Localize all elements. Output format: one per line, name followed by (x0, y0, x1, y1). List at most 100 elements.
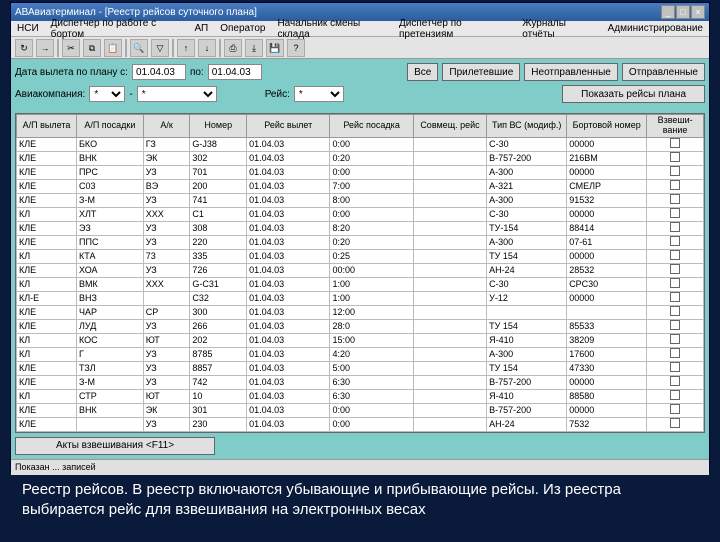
weigh-checkbox[interactable] (670, 250, 680, 260)
date-from-input[interactable] (132, 64, 186, 80)
weigh-checkbox[interactable] (670, 278, 680, 288)
menu-НСИ[interactable]: НСИ (17, 23, 39, 34)
cell (647, 165, 704, 179)
table-row[interactable]: КЛЕЗ-МУЗ74201.04.036:30В-757-20000000 (17, 375, 704, 389)
filter-not-departed-button[interactable]: Неотправленные (524, 63, 618, 81)
cell (647, 333, 704, 347)
table-row[interactable]: КЛЕХОАУЗ72601.04.0300:00АН-2428532 (17, 263, 704, 277)
tool-refresh-icon[interactable]: ↻ (15, 39, 33, 57)
weigh-checkbox[interactable] (670, 418, 680, 428)
col-header[interactable]: Тип ВС (модиф.) (487, 115, 567, 138)
weigh-checkbox[interactable] (670, 348, 680, 358)
table-row[interactable]: КЛЕБКОГЗG-J3801.04.030:00С-3000000 (17, 137, 704, 151)
weigh-checkbox[interactable] (670, 306, 680, 316)
date-to-input[interactable] (208, 64, 262, 80)
col-header[interactable]: Взвеши-вание (647, 115, 704, 138)
weigh-checkbox[interactable] (670, 236, 680, 246)
col-header[interactable]: Совмещ. рейс (413, 115, 486, 138)
table-row[interactable]: КЛЕЛУДУЗ26601.04.0328:0ТУ 15485533 (17, 319, 704, 333)
weigh-checkbox[interactable] (670, 334, 680, 344)
table-row[interactable]: КЛЕС03ВЭ20001.04.037:00А-321СМЕЛР (17, 179, 704, 193)
tool-filter-icon[interactable]: ▽ (151, 39, 169, 57)
weigh-checkbox[interactable] (670, 362, 680, 372)
tool-print-icon[interactable]: ⎙ (224, 39, 242, 57)
tool-goto-icon[interactable]: → (36, 39, 54, 57)
menu-АП[interactable]: АП (194, 23, 208, 34)
cell: КЛЕ (17, 305, 77, 319)
col-header[interactable]: Бортовой номер (567, 115, 647, 138)
weigh-checkbox[interactable] (670, 138, 680, 148)
table-row[interactable]: КЛЕЭЗУЗ30801.04.038:20ТУ-15488414 (17, 221, 704, 235)
tool-cut-icon[interactable]: ✂ (62, 39, 80, 57)
weigh-checkbox[interactable] (670, 166, 680, 176)
tool-help-icon[interactable]: ? (287, 39, 305, 57)
flight-select[interactable]: * (294, 86, 344, 102)
table-row[interactable]: КЛЕПРСУЗ70101.04.030:00А-30000000 (17, 165, 704, 179)
table-row[interactable]: КЛЕЧАРСР30001.04.0312:00 (17, 305, 704, 319)
maximize-button[interactable]: □ (676, 5, 690, 19)
close-button[interactable]: × (691, 5, 705, 19)
menu-Диспетчер по претензиям[interactable]: Диспетчер по претензиям (399, 18, 510, 40)
weigh-checkbox[interactable] (670, 264, 680, 274)
filter-arrived-button[interactable]: Прилетевшие (442, 63, 520, 81)
weighing-acts-button[interactable]: Акты взвешивания <F11> (15, 437, 215, 455)
menu-Оператор[interactable]: Оператор (220, 23, 265, 34)
airline1-select[interactable]: * (89, 86, 125, 102)
airline2-select[interactable]: * (137, 86, 217, 102)
cell: 01.04.03 (247, 291, 330, 305)
col-header[interactable]: А/П посадки (77, 115, 144, 138)
table-row[interactable]: КЛХЛТХХХС101.04.030:00С-3000000 (17, 207, 704, 221)
tool-save-icon[interactable]: 💾 (266, 39, 284, 57)
menu-Диспетчер по работе с бортом[interactable]: Диспетчер по работе с бортом (51, 18, 183, 40)
table-row[interactable]: КЛЕППСУЗ22001.04.030:20А-30007-61 (17, 235, 704, 249)
col-header[interactable]: Номер (190, 115, 247, 138)
table-row[interactable]: КЛГУЗ878501.04.034:20А-30017600 (17, 347, 704, 361)
menu-Начальник смены склада[interactable]: Начальник смены склада (277, 18, 387, 40)
filter-departed-button[interactable]: Отправленные (622, 63, 705, 81)
weigh-checkbox[interactable] (670, 152, 680, 162)
tool-find-icon[interactable]: 🔍 (130, 39, 148, 57)
menu-Администрирование[interactable]: Администрирование (608, 23, 703, 34)
weigh-checkbox[interactable] (670, 194, 680, 204)
table-row[interactable]: КЛЕЗ-МУЗ74101.04.038:00А-30091532 (17, 193, 704, 207)
weigh-checkbox[interactable] (670, 404, 680, 414)
weigh-checkbox[interactable] (670, 320, 680, 330)
minimize-button[interactable]: _ (661, 5, 675, 19)
weigh-checkbox[interactable] (670, 180, 680, 190)
cell: КЛЕ (17, 319, 77, 333)
cell (647, 179, 704, 193)
table-row[interactable]: КЛЕУЗ23001.04.030:00АН-247532 (17, 417, 704, 431)
table-row[interactable]: КЛЕВНКЭК30201.04.030:20В-757-200216ВМ (17, 151, 704, 165)
table-row[interactable]: КЛЕВНКЭК30101.04.030:00В-757-20000000 (17, 403, 704, 417)
tool-paste-icon[interactable]: 📋 (104, 39, 122, 57)
col-header[interactable]: Рейс посадка (330, 115, 413, 138)
tool-sort-asc-icon[interactable]: ↑ (177, 39, 195, 57)
cell: КОС (77, 333, 144, 347)
col-header[interactable]: Рейс вылет (247, 115, 330, 138)
cell: 701 (190, 165, 247, 179)
tool-copy-icon[interactable]: ⧉ (83, 39, 101, 57)
flights-grid[interactable]: А/П вылетаА/П посадкиА/кНомерРейс вылетР… (15, 113, 705, 433)
filter-panel: Дата вылета по плану с: по: Все Прилетев… (11, 59, 709, 111)
table-row[interactable]: КЛВМКХХХG-С3101.04.031:00С-30СРС30 (17, 277, 704, 291)
filter-all-button[interactable]: Все (407, 63, 438, 81)
table-row[interactable]: КЛ-ЕВНЗС3201.04.031:00У-1200000 (17, 291, 704, 305)
menu-Журналы отчёты[interactable]: Журналы отчёты (522, 18, 595, 40)
col-header[interactable]: А/к (143, 115, 190, 138)
cell: А-300 (487, 347, 567, 361)
table-row[interactable]: КЛЕТЗЛУЗ885701.04.035:00ТУ 15447330 (17, 361, 704, 375)
tool-sort-desc-icon[interactable]: ↓ (198, 39, 216, 57)
weigh-checkbox[interactable] (670, 208, 680, 218)
cell: 7532 (567, 417, 647, 431)
table-row[interactable]: КЛСТРЮТ1001.04.036:30Я-41088580 (17, 389, 704, 403)
weigh-checkbox[interactable] (670, 292, 680, 302)
weigh-checkbox[interactable] (670, 222, 680, 232)
weigh-checkbox[interactable] (670, 390, 680, 400)
show-flights-button[interactable]: Показать рейсы плана (562, 85, 705, 103)
table-row[interactable]: КЛКОСЮТ20201.04.0315:00Я-41038209 (17, 333, 704, 347)
table-row[interactable]: КЛКТА7333501.04.030:25ТУ 15400000 (17, 249, 704, 263)
col-header[interactable]: А/П вылета (17, 115, 77, 138)
cell: ВЭ (143, 179, 190, 193)
tool-export-icon[interactable]: ⤓ (245, 39, 263, 57)
weigh-checkbox[interactable] (670, 376, 680, 386)
